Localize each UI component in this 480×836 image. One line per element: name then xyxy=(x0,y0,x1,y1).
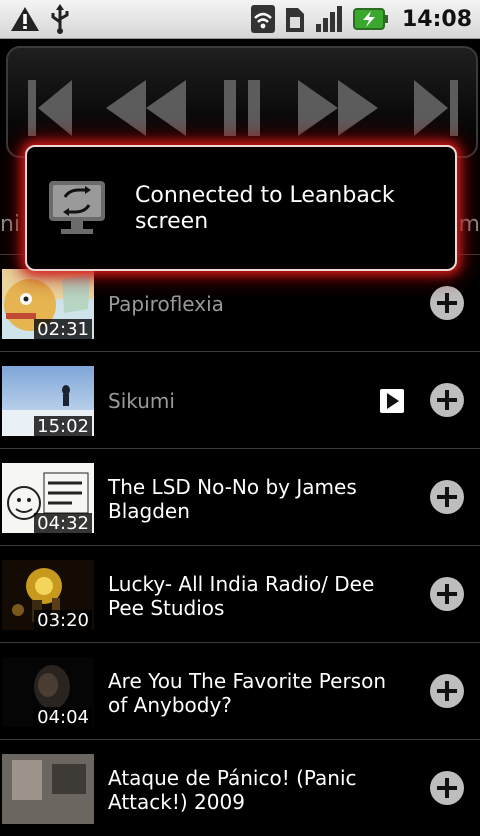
signal-icon xyxy=(315,6,342,32)
add-icon[interactable] xyxy=(430,577,464,611)
skip-previous-icon xyxy=(28,80,72,136)
video-title: Ataque de Pánico! (Panic Attack!) 2009 xyxy=(108,766,357,814)
video-thumbnail: 02:31 xyxy=(2,269,94,339)
list-item[interactable]: Ataque de Pánico! (Panic Attack!) 2009 xyxy=(0,739,480,836)
warning-icon xyxy=(11,7,39,31)
list-item[interactable]: 04:04 Are You The Favorite Person of Any… xyxy=(0,642,480,739)
video-thumbnail: 04:04 xyxy=(2,657,94,727)
add-icon[interactable] xyxy=(430,480,464,514)
play-icon xyxy=(387,393,399,409)
fast-forward-button[interactable] xyxy=(296,78,380,138)
add-icon[interactable] xyxy=(430,286,464,320)
video-thumbnail: 03:20 xyxy=(2,560,94,630)
video-thumbnail xyxy=(2,754,94,824)
video-title: Are You The Favorite Person of Anybody? xyxy=(108,669,386,717)
video-duration: 15:02 xyxy=(34,416,92,436)
usb-icon xyxy=(51,4,69,34)
rewind-button[interactable] xyxy=(104,78,188,138)
video-duration: 04:32 xyxy=(34,513,92,533)
pause-button[interactable] xyxy=(222,78,262,138)
transport-controls xyxy=(6,46,478,158)
toast-notification: Connected to Leanback screen xyxy=(25,145,457,271)
header-left-fragment: ni xyxy=(0,212,21,237)
wifi-icon xyxy=(250,5,275,33)
skip-next-icon xyxy=(414,80,458,136)
rewind-icon xyxy=(106,80,186,136)
toast-message: Connected to Leanback screen xyxy=(135,183,395,234)
video-title: The LSD No-No by James Blagden xyxy=(108,475,357,523)
list-item[interactable]: 15:02 Sikumi xyxy=(0,351,480,448)
status-bar: 14:08 xyxy=(0,0,480,39)
video-title: Lucky- All India Radio/ Dee Pee Studios xyxy=(108,572,375,620)
video-title: Papiroflexia xyxy=(108,292,224,316)
clock: 14:08 xyxy=(401,6,472,32)
video-duration: 03:20 xyxy=(34,610,92,630)
skip-next-button[interactable] xyxy=(412,78,460,138)
list-item[interactable]: 03:20 Lucky- All India Radio/ Dee Pee St… xyxy=(0,545,480,642)
tv-sync-icon xyxy=(49,181,105,234)
skip-previous-button[interactable] xyxy=(26,78,74,138)
video-duration: 02:31 xyxy=(34,319,92,339)
video-duration: 04:04 xyxy=(34,707,92,727)
list-item[interactable]: 04:32 The LSD No-No by James Blagden xyxy=(0,448,480,545)
video-thumbnail: 04:32 xyxy=(2,463,94,533)
now-playing-indicator xyxy=(380,389,404,413)
video-title: Sikumi xyxy=(108,389,175,413)
video-thumbnail: 15:02 xyxy=(2,366,94,436)
add-icon[interactable] xyxy=(430,383,464,417)
video-list: 02:31 Papiroflexia 15:02 Sikumi 04:32 Th… xyxy=(0,254,480,836)
pause-icon xyxy=(224,80,260,136)
battery-charging-icon xyxy=(352,8,388,30)
fast-forward-icon xyxy=(298,80,378,136)
add-icon[interactable] xyxy=(430,674,464,708)
sim-icon xyxy=(285,8,304,32)
